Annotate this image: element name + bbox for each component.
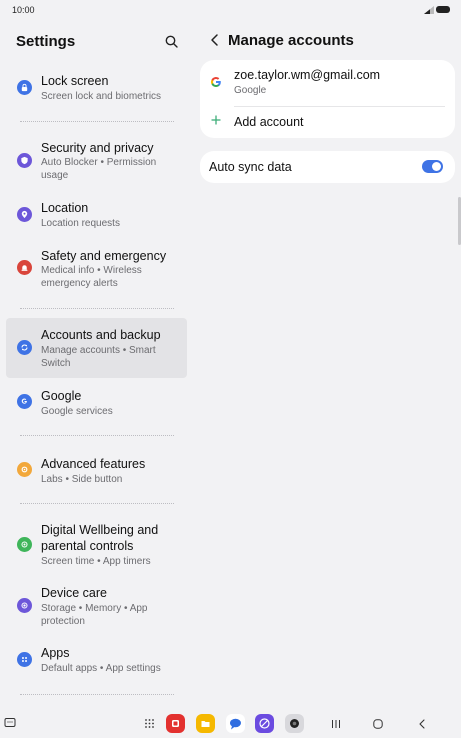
messages-app-icon[interactable] bbox=[226, 714, 245, 733]
auto-sync-card[interactable]: Auto sync data bbox=[200, 151, 455, 183]
settings-item-title: Advanced features bbox=[41, 457, 146, 471]
account-provider: Google bbox=[234, 85, 267, 96]
settings-item-title: Accounts and backup bbox=[41, 328, 161, 342]
settings-item-subtitle: Labs • Side button bbox=[41, 474, 123, 485]
status-time: 10:00 bbox=[12, 5, 35, 15]
internet-app-icon[interactable] bbox=[255, 714, 274, 733]
settings-item-subtitle: Auto Blocker • Permission usage bbox=[41, 157, 157, 181]
files-app-icon[interactable] bbox=[196, 714, 215, 733]
gear-star-icon bbox=[17, 462, 32, 477]
shield-icon bbox=[17, 153, 32, 168]
account-email: zoe.taylor.wm@gmail.com bbox=[234, 68, 381, 82]
section-divider bbox=[20, 503, 174, 504]
settings-item-title: Device care bbox=[41, 586, 107, 600]
settings-item-subtitle: Screen time • App timers bbox=[41, 556, 151, 567]
settings-item-safety-emergency[interactable]: Safety and emergency Medical info • Wire… bbox=[6, 244, 187, 294]
settings-item-advanced-features[interactable]: Advanced features Labs • Side button bbox=[6, 452, 187, 492]
settings-item-subtitle: Google services bbox=[41, 406, 113, 417]
settings-item-subtitle: Location requests bbox=[41, 218, 120, 229]
recent-apps-icon[interactable] bbox=[330, 718, 342, 730]
home-icon[interactable] bbox=[372, 718, 384, 730]
section-divider bbox=[20, 435, 174, 436]
add-account-button[interactable]: Add account bbox=[200, 107, 455, 138]
status-bar: 10:00 bbox=[0, 0, 461, 20]
accounts-card: zoe.taylor.wm@gmail.com Google Add accou… bbox=[200, 60, 455, 138]
auto-sync-toggle[interactable] bbox=[422, 160, 443, 173]
settings-item-google[interactable]: Google Google services bbox=[6, 384, 187, 424]
page-title: Manage accounts bbox=[228, 32, 354, 49]
settings-panel: Settings Lock screen Screen lock and bio… bbox=[0, 20, 192, 710]
account-row[interactable]: zoe.taylor.wm@gmail.com Google bbox=[200, 60, 455, 106]
navigation-bar bbox=[0, 710, 461, 738]
settings-item-subtitle: Screen lock and biometrics bbox=[41, 91, 162, 102]
settings-item-title: Digital Wellbeing and parental controls bbox=[41, 523, 159, 553]
settings-item-apps[interactable]: Apps Default apps • App settings bbox=[6, 642, 187, 682]
settings-item-lock-screen[interactable]: Lock screen Screen lock and biometrics bbox=[6, 68, 187, 108]
settings-item-subtitle: Default apps • App settings bbox=[41, 663, 161, 674]
app-drawer-icon[interactable] bbox=[144, 718, 155, 729]
camera-app-icon[interactable] bbox=[285, 714, 304, 733]
apps-grid-icon bbox=[17, 652, 32, 667]
google-logo-icon bbox=[210, 77, 221, 88]
signal-icon bbox=[424, 6, 434, 14]
add-account-label: Add account bbox=[234, 115, 304, 129]
section-divider bbox=[20, 121, 174, 122]
settings-item-security-privacy[interactable]: Security and privacy Auto Blocker • Perm… bbox=[6, 136, 187, 186]
settings-item-digital-wellbeing[interactable]: Digital Wellbeing and parental controls … bbox=[6, 520, 187, 572]
settings-item-subtitle: Medical info • Wireless emergency alerts bbox=[41, 265, 142, 289]
settings-item-accounts-backup[interactable]: Accounts and backup Manage accounts • Sm… bbox=[6, 318, 187, 378]
settings-item-title: Location bbox=[41, 201, 89, 215]
emergency-icon bbox=[17, 260, 32, 275]
section-divider bbox=[20, 694, 174, 695]
settings-item-title: Apps bbox=[41, 646, 70, 660]
device-care-icon bbox=[17, 598, 32, 613]
toggle-knob bbox=[432, 162, 441, 171]
settings-item-title: Safety and emergency bbox=[41, 249, 167, 263]
google-g-icon bbox=[17, 394, 32, 409]
settings-item-title: Security and privacy bbox=[41, 141, 154, 155]
settings-item-subtitle: Storage • Memory • App protection bbox=[41, 603, 148, 627]
battery-icon bbox=[436, 6, 450, 13]
settings-item-title: Google bbox=[41, 389, 82, 403]
lock-icon bbox=[17, 80, 32, 95]
back-arrow-icon[interactable] bbox=[208, 32, 222, 48]
location-pin-icon bbox=[17, 207, 32, 222]
auto-sync-label: Auto sync data bbox=[209, 160, 292, 174]
settings-item-subtitle: Manage accounts • Smart Switch bbox=[41, 345, 156, 369]
settings-item-location[interactable]: Location Location requests bbox=[6, 196, 187, 236]
phone-app-icon[interactable] bbox=[166, 714, 185, 733]
search-icon[interactable] bbox=[163, 33, 181, 51]
keyboard-switch-icon[interactable] bbox=[4, 717, 16, 729]
wellbeing-icon bbox=[17, 537, 32, 552]
sync-icon bbox=[17, 340, 32, 355]
plus-icon bbox=[211, 115, 221, 125]
section-divider bbox=[20, 308, 174, 309]
settings-item-device-care[interactable]: Device care Storage • Memory • App prote… bbox=[6, 582, 187, 632]
settings-item-title: Lock screen bbox=[41, 74, 109, 88]
back-icon[interactable] bbox=[416, 718, 428, 730]
settings-title: Settings bbox=[16, 33, 76, 50]
